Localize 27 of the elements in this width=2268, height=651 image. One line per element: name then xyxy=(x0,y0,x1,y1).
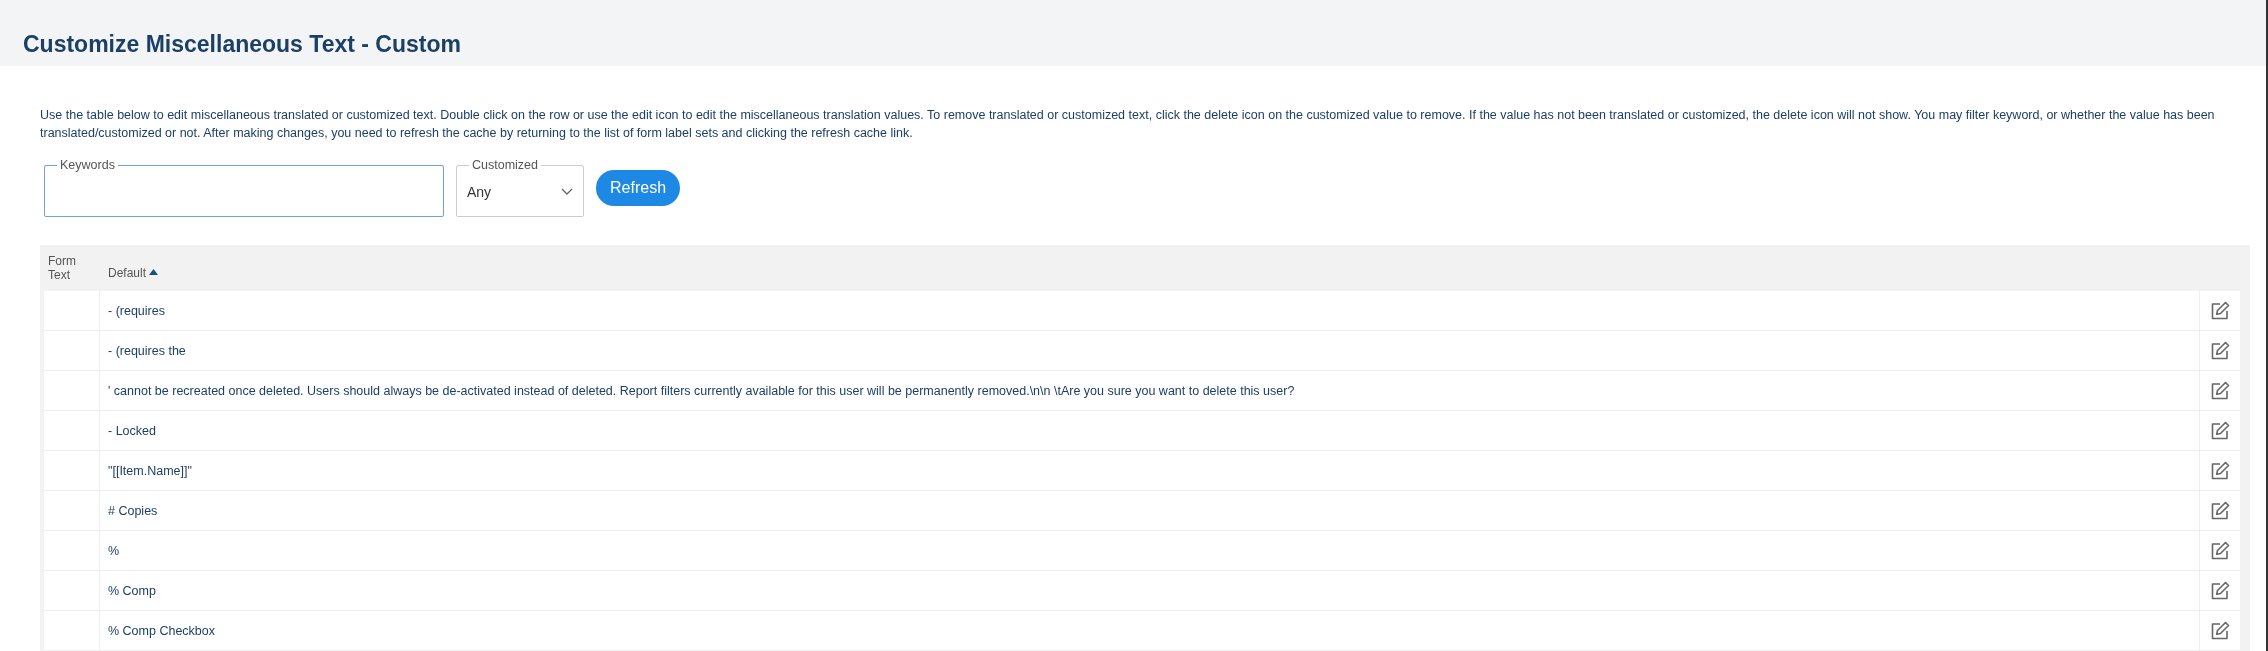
chevron-down-icon xyxy=(561,188,573,196)
edit-icon[interactable] xyxy=(2210,620,2230,641)
table-cell: - (requires xyxy=(100,291,2200,330)
table-cell: - Locked xyxy=(100,411,2200,450)
page-title: Customize Miscellaneous Text - Custom xyxy=(23,31,461,58)
column-header[interactable]: Default xyxy=(100,266,2200,291)
edit-icon[interactable] xyxy=(2210,420,2230,441)
table-cell: % Comp xyxy=(100,571,2200,610)
edit-icon[interactable] xyxy=(2210,380,2230,401)
table-cell: % xyxy=(100,531,2200,570)
edit-icon[interactable] xyxy=(2210,300,2230,321)
edit-icon[interactable] xyxy=(2210,540,2230,561)
keywords-field[interactable]: Keywords xyxy=(44,158,444,217)
table-cell: % Comp Checkbox xyxy=(100,611,2200,650)
refresh-button[interactable]: Refresh xyxy=(596,169,681,206)
table-cell: - (requires the xyxy=(100,331,2200,370)
sort-up-icon xyxy=(149,269,159,275)
customized-dropdown[interactable]: Customized Any xyxy=(456,158,584,217)
column-header[interactable]: Form Text xyxy=(42,254,100,282)
edit-icon[interactable] xyxy=(2210,500,2230,521)
table-cell: ' cannot be recreated once deleted. Users should always be de-activated instead of deleted. Report filters currently available for this user will be permanently removed.\n\n \tAre you sure you want to delete this user? xyxy=(100,371,2200,410)
table-cell: "[[Item.Name]]" xyxy=(100,451,2200,490)
edit-icon[interactable] xyxy=(2210,460,2230,481)
table-cell: # Copies xyxy=(100,491,2200,530)
description-text: Use the table below to edit miscellaneous translated or customized text. Double click on the row or use the edit icon to edit the miscellaneous translation values. To remove translated or customized text, click the delete icon on the customized value to remove. If the value has not been translated or customized, the delete icon will not show. You may filter keyword, or whether the value has been translated/customized or not. After making changes, you need to refresh the cache by returning to the list of form label sets and clicking the refresh cache link. xyxy=(40,107,2216,142)
edit-icon[interactable] xyxy=(2210,580,2230,601)
edit-icon[interactable] xyxy=(2210,340,2230,361)
